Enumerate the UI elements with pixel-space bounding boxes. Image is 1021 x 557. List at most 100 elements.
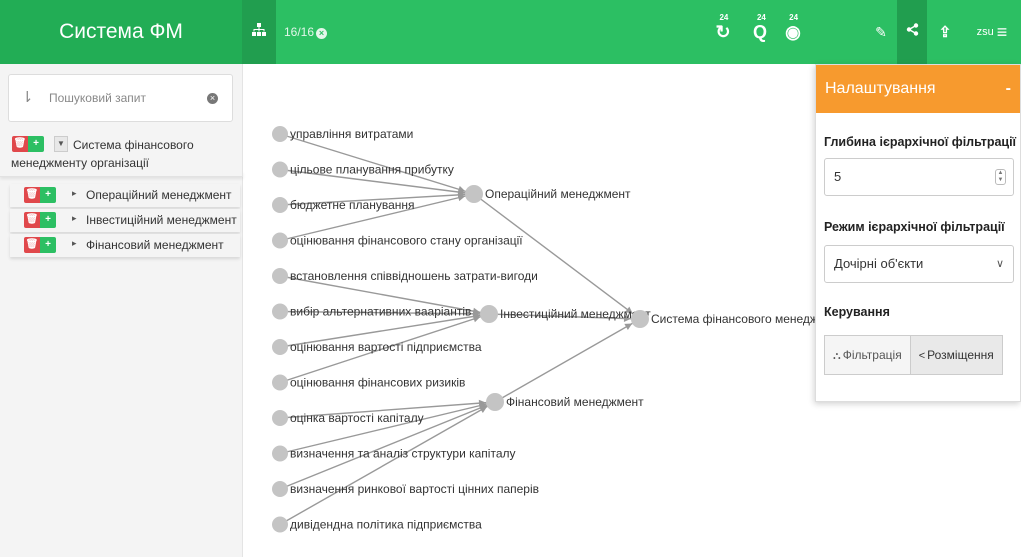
layout-button[interactable]: < Розміщення (910, 335, 1003, 375)
graph-edge (494, 318, 641, 403)
share-icon (906, 23, 919, 41)
minimize-button[interactable]: - (1006, 65, 1011, 113)
hierarchy-view-button[interactable] (242, 0, 276, 64)
graph-leaf-node-label[interactable]: встановлення співвідношень затрати-вигод… (290, 269, 538, 283)
visibility-button[interactable]: ◉ 24 (778, 0, 808, 64)
upload-icon: ⇪ (938, 24, 952, 41)
settings-header: Налаштування - (816, 65, 1020, 113)
layout-button-label: Розміщення (927, 348, 994, 362)
settings-panel: Налаштування - Глибина ієрархічної фільт… (815, 64, 1021, 402)
graph-mid-node-circle (465, 185, 483, 203)
plus-icon[interactable]: + (40, 187, 56, 203)
graph-leaf-node-circle (272, 445, 288, 462)
refresh-button[interactable]: ↻ 24 (708, 0, 738, 64)
caret-right-icon[interactable]: ▸ (72, 238, 77, 249)
graph-leaf-node-label[interactable]: оцінювання вартості підприємства (290, 340, 482, 354)
graph-leaf-node-label[interactable]: бюджетне планування (290, 198, 415, 212)
filter-button[interactable]: ⛬ Фільтрація (824, 335, 911, 375)
plus-icon[interactable]: + (40, 212, 56, 228)
graph-leaf-node-label[interactable]: управління витратами (290, 127, 413, 141)
graph-leaf-node-circle (272, 374, 288, 391)
mode-value: Дочірні об'єкти (834, 256, 924, 271)
mode-select[interactable]: Дочірні об'єкти ∨ (824, 245, 1014, 283)
search-input[interactable]: Пошуковий запит (49, 91, 146, 105)
trash-icon[interactable]: 🗑 (12, 136, 28, 152)
top-navbar: Система ФМ 16/16 × ↻ 24 Q 24 ◉ 24 ✎ ⇪ zsu ≡ (0, 0, 1021, 64)
mode-label: Режим ієрархічної фільтрації (824, 220, 1005, 234)
graph-mid-node-label[interactable]: Фінансовий менеджмент (506, 395, 644, 409)
close-circle-icon[interactable]: × (316, 28, 328, 39)
depth-value: 5 (834, 169, 842, 184)
search-icon: Q 24 (752, 12, 767, 42)
graph-leaf-node-label[interactable]: вибір альтернативних ваарiантів (290, 305, 471, 319)
settings-title: Налаштування (825, 80, 936, 97)
filter-button-label: Фільтрація (842, 348, 902, 362)
upload-button[interactable]: ⇪ (930, 0, 960, 64)
graph-leaf-node-circle (272, 339, 288, 355)
graph-arrowhead (457, 194, 466, 202)
trash-icon[interactable]: 🗑 (24, 212, 40, 228)
graph-leaf-node-label[interactable]: оцінка вартості капіталу (290, 411, 424, 425)
tree-root-label-cont[interactable]: менеджменту організації (11, 156, 149, 170)
caret-right-icon[interactable]: ▸ (72, 213, 77, 224)
trash-icon[interactable]: 🗑 (24, 237, 40, 253)
tree-root-divider (0, 171, 243, 177)
user-menu-button[interactable]: zsu ≡ (966, 0, 1018, 64)
tree-item-label[interactable]: Операційний менеджмент (86, 188, 232, 202)
tree-root-label[interactable]: Система фінансового (73, 138, 194, 152)
chevron-down-icon: ∨ (995, 258, 1004, 270)
graph-leaf-node-circle (272, 232, 288, 249)
left-sidebar: ⇂ Пошуковий запит × 🗑 + ▼ Система фінанс… (0, 64, 243, 557)
graph-edge (473, 193, 641, 320)
plus-icon[interactable]: + (40, 237, 56, 253)
sort-icon[interactable]: ⇂ (21, 88, 34, 106)
caret-down-icon[interactable]: ▼ (54, 136, 68, 152)
selection-counter[interactable]: 16/16 × (284, 0, 344, 64)
hierarchy-icon (252, 23, 266, 41)
graph-leaf-node-circle (272, 197, 288, 213)
app-brand[interactable]: Система ФМ (0, 0, 242, 64)
graph-leaf-node-label[interactable]: визначення ринкової вартості цінних папе… (290, 482, 539, 496)
tree-item-operational[interactable]: 🗑 + ▸ Операційний менеджмент (10, 184, 240, 207)
spinner-icon[interactable]: ▲ ▼ (995, 169, 1006, 185)
graph-mid-node-circle (480, 305, 498, 323)
search-button[interactable]: Q 24 (745, 0, 775, 64)
graph-mid-node-circle (486, 393, 504, 411)
graph-leaf-node-label[interactable]: оцінювання фінансових ризиків (290, 376, 465, 390)
graph-mid-node-label[interactable]: Інвестиційний менеджмент (500, 307, 651, 321)
graph-leaf-node-circle (272, 303, 288, 320)
graph-arrowhead (472, 315, 481, 323)
graph-mid-node-label[interactable]: Операційний менеджмент (485, 187, 631, 201)
hierarchy-icon: ⛬ (833, 350, 841, 362)
depth-input[interactable]: 5 ▲ ▼ (824, 158, 1014, 196)
tree-item-investment[interactable]: 🗑 + ▸ Інвестиційний менеджмент (10, 209, 240, 232)
control-label: Керування (824, 305, 890, 319)
depth-label: Глибина ієрархічної фільтрації (824, 135, 1017, 149)
graph-root-node-circle (631, 310, 649, 328)
share-button[interactable] (897, 0, 927, 64)
graph-leaf-node-circle (272, 268, 288, 284)
user-name: zsu (976, 26, 994, 38)
refresh-icon: ↻ 24 (715, 12, 731, 42)
graph-leaf-node-circle (272, 516, 288, 533)
clear-search-icon[interactable]: × (207, 93, 218, 104)
graph-leaf-node-label[interactable]: цільове планування прибутку (290, 163, 454, 177)
graph-leaf-node-circle (272, 161, 288, 178)
edit-icon: ✎ (875, 23, 887, 40)
plus-icon[interactable]: + (28, 136, 44, 152)
tree-item-financial[interactable]: 🗑 + ▸ Фінансовий менеджмент (10, 234, 240, 257)
caret-right-icon[interactable]: ▸ (72, 188, 77, 199)
graph-leaf-node-circle (272, 410, 288, 426)
counter-text: 16/16 (284, 25, 315, 39)
graph-leaf-node-label[interactable]: дивідендна політика підприємства (290, 518, 482, 532)
graph-leaf-node-circle (272, 126, 288, 142)
graph-leaf-node-label[interactable]: визначення та аналіз структури капіталу (290, 447, 516, 461)
tree-item-label[interactable]: Інвестиційний менеджмент (86, 213, 237, 227)
menu-icon: ≡ (996, 21, 1008, 42)
edit-button[interactable]: ✎ (866, 0, 896, 64)
graph-leaf-node-circle (272, 481, 288, 497)
search-box[interactable]: ⇂ Пошуковий запит × (8, 74, 233, 122)
tree-item-label[interactable]: Фінансовий менеджмент (86, 238, 224, 252)
trash-icon[interactable]: 🗑 (24, 187, 40, 203)
graph-leaf-node-label[interactable]: оцінювання фінансового стану організації (290, 234, 523, 248)
